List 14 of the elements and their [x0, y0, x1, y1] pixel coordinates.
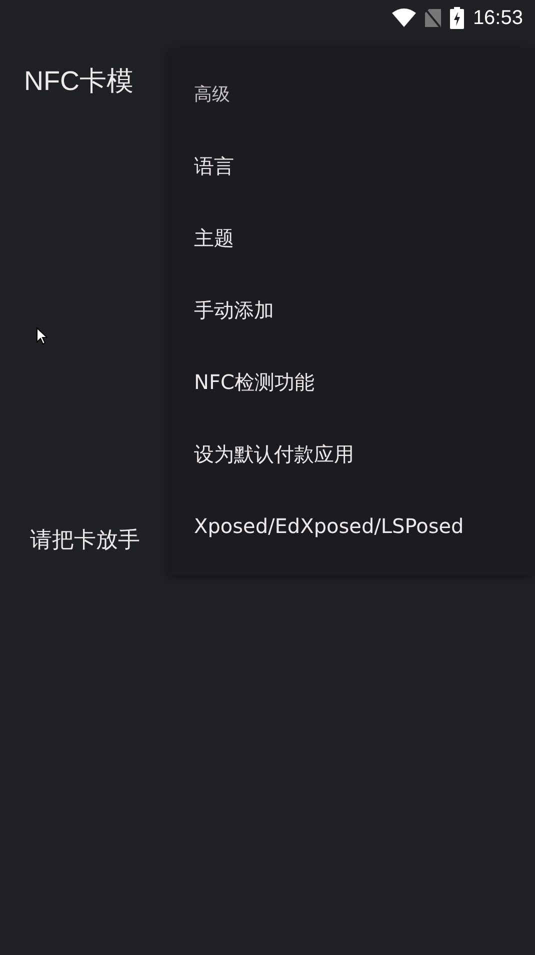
- battery-charging-icon: [450, 7, 464, 29]
- menu-item[interactable]: NFC检测功能: [194, 346, 535, 418]
- mouse-cursor-icon: [36, 327, 48, 345]
- menu-item[interactable]: 设为默认付款应用: [194, 418, 535, 490]
- nfc-prompt: 请把卡放手: [30, 528, 140, 553]
- menu-item[interactable]: 语言: [194, 130, 535, 202]
- wifi-icon: [392, 8, 416, 28]
- app-title: NFC卡模: [24, 65, 134, 98]
- no-sim-icon: [424, 8, 441, 28]
- clock-time: 16:53: [472, 6, 523, 30]
- menu-item[interactable]: 主题: [194, 202, 535, 274]
- menu-item[interactable]: Xposed/EdXposed/LSPosed: [194, 490, 535, 562]
- menu-item[interactable]: 手动添加: [194, 274, 535, 346]
- menu-header: 高级: [194, 83, 231, 107]
